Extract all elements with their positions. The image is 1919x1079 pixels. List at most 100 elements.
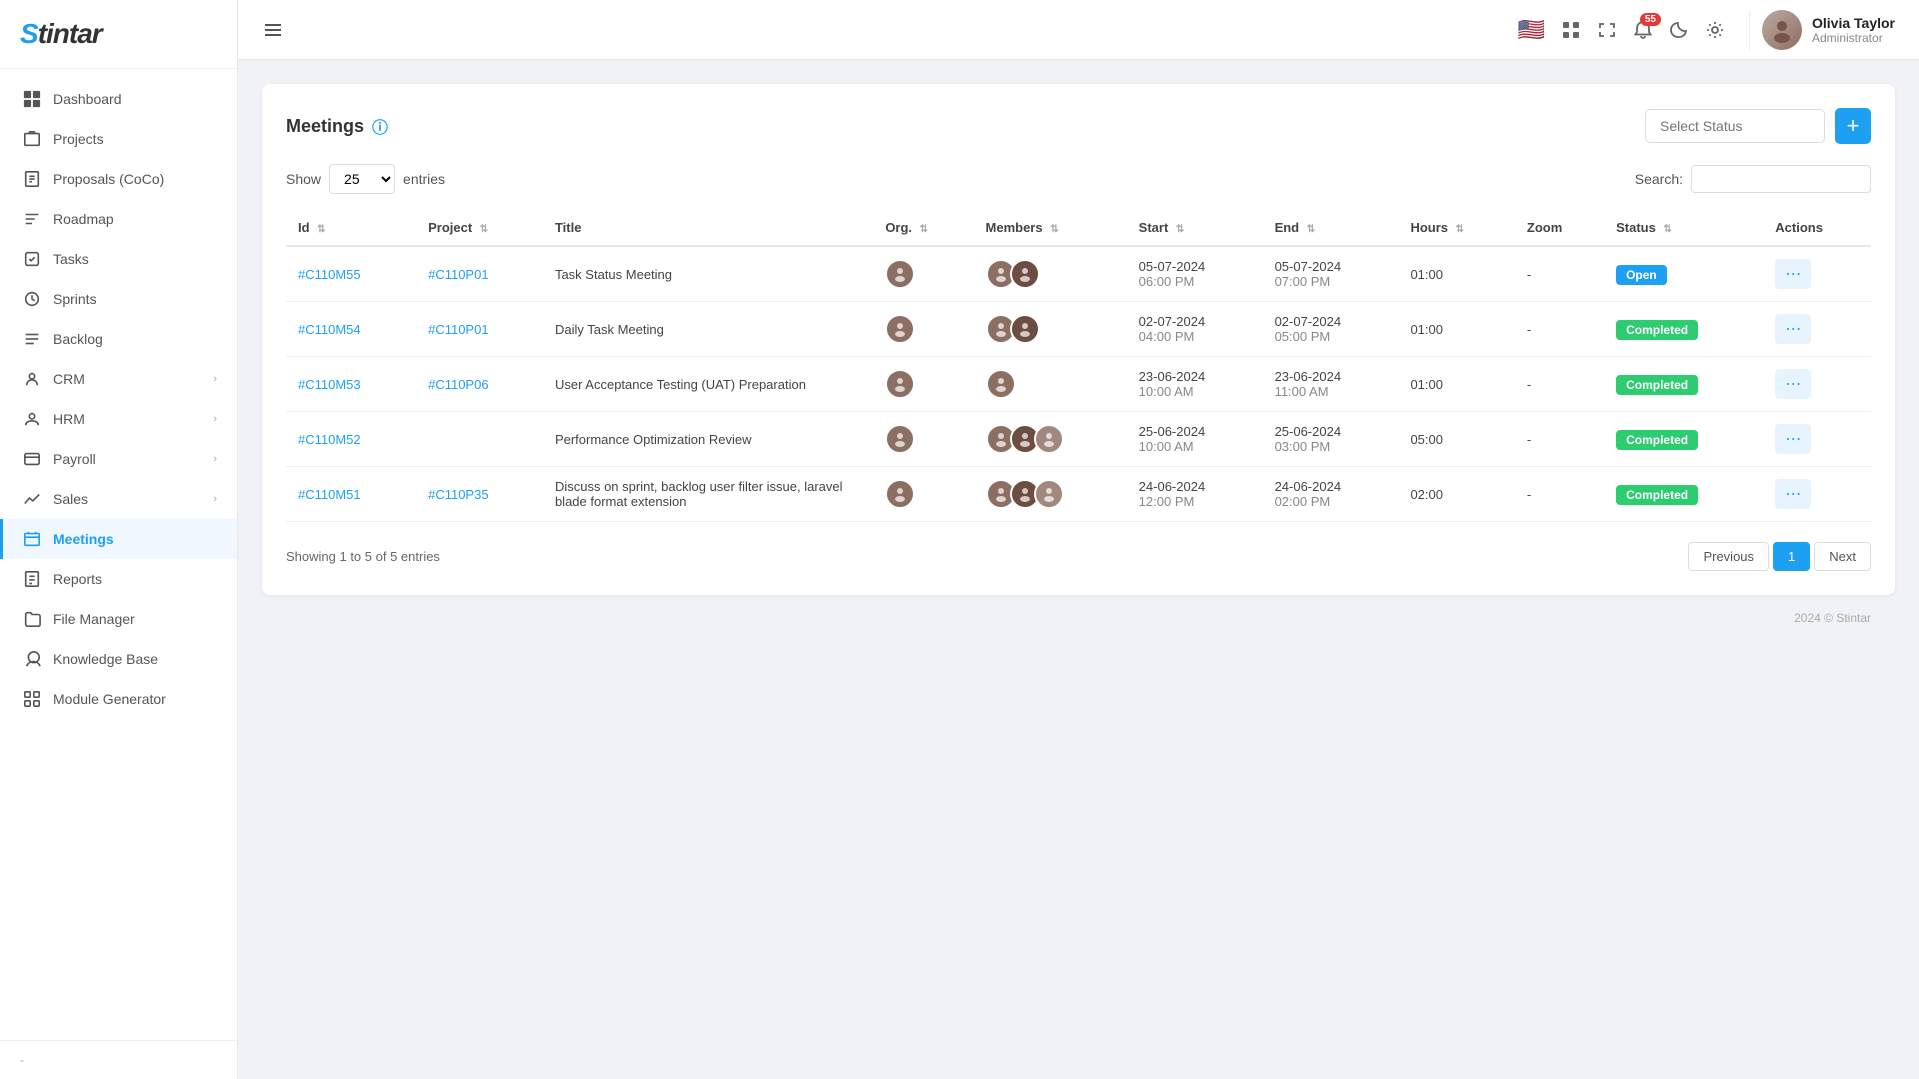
row-action-button[interactable]: ⋯ xyxy=(1775,369,1811,399)
apps-icon[interactable] xyxy=(1561,20,1581,40)
sidebar-item-proposals[interactable]: Proposals (CoCo) xyxy=(0,159,237,199)
sidebar-label-hrm: HRM xyxy=(53,411,85,427)
project-link[interactable]: #C110P06 xyxy=(428,377,488,392)
page-footer: 2024 © Stintar xyxy=(262,595,1895,633)
project-link[interactable]: #C110P35 xyxy=(428,487,488,502)
status-select-input[interactable] xyxy=(1645,109,1825,143)
sort-hours-icon[interactable]: ⇅ xyxy=(1456,224,1464,235)
sidebar-label-sprints: Sprints xyxy=(53,291,97,307)
sidebar-item-crm[interactable]: CRM › xyxy=(0,359,237,399)
cell-start: 25-06-202410:00 AM xyxy=(1127,412,1263,467)
cell-hours: 01:00 xyxy=(1398,246,1514,302)
cell-hours: 02:00 xyxy=(1398,467,1514,522)
sidebar-item-module-generator[interactable]: Module Generator xyxy=(0,679,237,719)
next-page-button[interactable]: Next xyxy=(1814,542,1871,571)
status-badge: Completed xyxy=(1616,430,1698,450)
entries-per-page-select[interactable]: 25 10 50 100 xyxy=(329,164,395,194)
sidebar-item-projects[interactable]: Projects xyxy=(0,119,237,159)
cell-org xyxy=(873,246,973,302)
cell-id: #C110M51 xyxy=(286,467,416,522)
row-action-button[interactable]: ⋯ xyxy=(1775,314,1811,344)
sidebar-footer: - xyxy=(0,1040,237,1079)
prev-page-button[interactable]: Previous xyxy=(1688,542,1769,571)
cell-status: Open xyxy=(1604,246,1763,302)
main-content: Meetings ⓘ + Show 25 10 xyxy=(238,60,1919,1079)
cell-status: Completed xyxy=(1604,302,1763,357)
meeting-id-link[interactable]: #C110M55 xyxy=(298,267,361,282)
show-label: Show xyxy=(286,171,321,187)
cell-end: 23-06-202411:00 AM xyxy=(1263,357,1399,412)
col-id: Id ⇅ xyxy=(286,210,416,246)
meetings-card: Meetings ⓘ + Show 25 10 xyxy=(262,84,1895,595)
flag-icon[interactable]: 🇺🇸 xyxy=(1518,17,1545,43)
search-input[interactable] xyxy=(1691,165,1871,193)
row-action-button[interactable]: ⋯ xyxy=(1775,479,1811,509)
sidebar-item-roadmap[interactable]: Roadmap xyxy=(0,199,237,239)
sort-id-icon[interactable]: ⇅ xyxy=(317,224,325,235)
project-link[interactable]: #C110P01 xyxy=(428,267,488,282)
meeting-id-link[interactable]: #C110M52 xyxy=(298,432,361,447)
meeting-id-link[interactable]: #C110M54 xyxy=(298,322,361,337)
sidebar-logo: Stintar xyxy=(0,0,237,69)
expand-icon[interactable] xyxy=(1597,20,1617,40)
sidebar-item-hrm[interactable]: HRM › xyxy=(0,399,237,439)
search-area: Search: xyxy=(1635,165,1871,193)
sidebar-item-tasks[interactable]: Tasks xyxy=(0,239,237,279)
cell-status: Completed xyxy=(1604,412,1763,467)
sidebar-label-dashboard: Dashboard xyxy=(53,91,122,107)
cell-org xyxy=(873,467,973,522)
notification-icon[interactable]: 55 xyxy=(1633,20,1653,40)
sprints-icon xyxy=(23,290,41,308)
theme-icon[interactable] xyxy=(1669,20,1689,40)
row-action-button[interactable]: ⋯ xyxy=(1775,424,1811,454)
sidebar-item-backlog[interactable]: Backlog xyxy=(0,319,237,359)
sort-start-icon[interactable]: ⇅ xyxy=(1176,224,1184,235)
cell-actions: ⋯ xyxy=(1763,302,1871,357)
row-action-button[interactable]: ⋯ xyxy=(1775,259,1811,289)
sidebar-item-reports[interactable]: Reports xyxy=(0,559,237,599)
page-1-button[interactable]: 1 xyxy=(1773,542,1810,571)
meeting-id-link[interactable]: #C110M53 xyxy=(298,377,361,392)
card-actions: + xyxy=(1645,108,1871,144)
menu-toggle[interactable] xyxy=(262,18,284,41)
avatar xyxy=(1010,314,1040,344)
sidebar-item-payroll[interactable]: Payroll › xyxy=(0,439,237,479)
avatar xyxy=(885,259,915,289)
hamburger-icon xyxy=(262,19,284,41)
sidebar-item-dashboard[interactable]: Dashboard xyxy=(0,79,237,119)
cell-members xyxy=(974,246,1127,302)
sidebar: Stintar Dashboard Projects Proposals (Co… xyxy=(0,0,238,1079)
sort-org-icon[interactable]: ⇅ xyxy=(920,224,928,235)
col-start: Start ⇅ xyxy=(1127,210,1263,246)
sidebar-item-sprints[interactable]: Sprints xyxy=(0,279,237,319)
col-project: Project ⇅ xyxy=(416,210,543,246)
sidebar-item-knowledge-base[interactable]: Knowledge Base xyxy=(0,639,237,679)
info-icon[interactable]: ⓘ xyxy=(372,114,388,138)
user-area[interactable]: Olivia Taylor Administrator xyxy=(1749,10,1895,50)
file-manager-icon xyxy=(23,610,41,628)
sidebar-item-sales[interactable]: Sales › xyxy=(0,479,237,519)
crm-icon xyxy=(23,370,41,388)
sidebar-label-payroll: Payroll xyxy=(53,451,96,467)
settings-icon[interactable] xyxy=(1705,20,1725,40)
cell-title: Task Status Meeting xyxy=(543,246,873,302)
cell-status: Completed xyxy=(1604,357,1763,412)
sidebar-item-file-manager[interactable]: File Manager xyxy=(0,599,237,639)
sidebar-label-proposals: Proposals (CoCo) xyxy=(53,171,164,187)
gear-icon xyxy=(1705,20,1725,40)
sort-project-icon[interactable]: ⇅ xyxy=(480,224,488,235)
sidebar-item-meetings[interactable]: Meetings xyxy=(0,519,237,559)
cell-org xyxy=(873,412,973,467)
col-hours: Hours ⇅ xyxy=(1398,210,1514,246)
add-meeting-button[interactable]: + xyxy=(1835,108,1871,144)
sidebar-label-knowledge-base: Knowledge Base xyxy=(53,651,158,667)
avatar xyxy=(1034,479,1064,509)
meeting-id-link[interactable]: #C110M51 xyxy=(298,487,361,502)
project-link[interactable]: #C110P01 xyxy=(428,322,488,337)
footer-text: 2024 © Stintar xyxy=(1794,611,1871,625)
tasks-icon xyxy=(23,250,41,268)
sort-members-icon[interactable]: ⇅ xyxy=(1050,224,1058,235)
cell-hours: 01:00 xyxy=(1398,357,1514,412)
sort-end-icon[interactable]: ⇅ xyxy=(1307,224,1315,235)
sort-status-icon[interactable]: ⇅ xyxy=(1663,224,1671,235)
